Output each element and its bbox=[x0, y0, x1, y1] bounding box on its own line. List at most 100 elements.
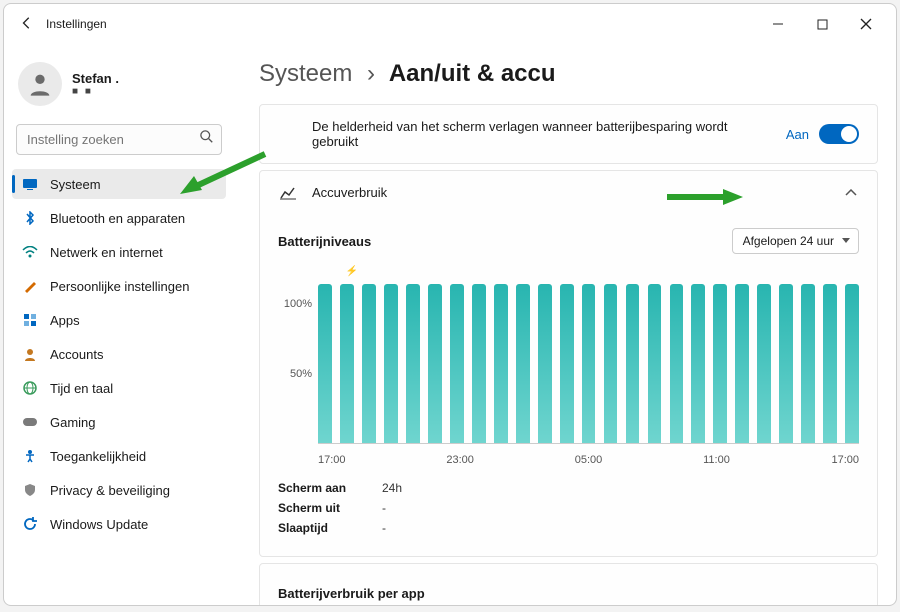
settings-search bbox=[16, 124, 222, 155]
globe-icon bbox=[22, 380, 38, 396]
per-app-usage-card: Batterijverbruik per app Sorteren op: Al… bbox=[259, 563, 878, 605]
main-panel: Systeem › Aan/uit & accu De helderheid v… bbox=[234, 44, 896, 605]
battery-usage-title: Accuverbruik bbox=[312, 185, 829, 200]
chart-bar[interactable] bbox=[757, 284, 771, 443]
chart-bar[interactable] bbox=[406, 284, 420, 443]
chart-line-icon bbox=[278, 186, 298, 200]
sidebar-item-accessibility[interactable]: Toegankelijkheid bbox=[12, 441, 226, 471]
chart-bar[interactable] bbox=[450, 284, 464, 443]
screen-on-label: Scherm aan bbox=[278, 481, 358, 495]
person-icon bbox=[26, 70, 54, 98]
battery-usage-card: Accuverbruik Batterijniveaus Afgelopen 2… bbox=[259, 170, 878, 557]
sidebar-item-privacy[interactable]: Privacy & beveiliging bbox=[12, 475, 226, 505]
chevron-up-icon bbox=[843, 185, 859, 200]
accounts-icon bbox=[22, 346, 38, 362]
time-range-value: Afgelopen 24 uur bbox=[743, 234, 834, 248]
arrow-left-icon bbox=[20, 16, 34, 30]
sidebar-item-label: Persoonlijke instellingen bbox=[50, 279, 189, 294]
x-tick: 17:00 bbox=[832, 454, 860, 466]
close-icon bbox=[860, 18, 872, 30]
chart-bar[interactable] bbox=[626, 284, 640, 443]
display-icon bbox=[22, 176, 38, 192]
chart-bar[interactable] bbox=[823, 284, 837, 443]
gaming-icon bbox=[22, 414, 38, 430]
chart-bar[interactable] bbox=[472, 284, 486, 443]
x-tick: 11:00 bbox=[703, 454, 831, 466]
breadcrumb-system[interactable]: Systeem bbox=[259, 60, 352, 87]
usage-stats: Scherm aan24h Scherm uit- Slaaptijd- bbox=[278, 478, 859, 538]
shield-icon bbox=[22, 482, 38, 498]
brightness-saver-card: De helderheid van het scherm verlagen wa… bbox=[259, 104, 878, 164]
bluetooth-icon bbox=[22, 210, 38, 226]
y-axis: 100% 50% bbox=[278, 264, 318, 444]
battery-levels-title: Batterijniveaus bbox=[278, 234, 371, 249]
sidebar-item-bluetooth[interactable]: Bluetooth en apparaten bbox=[12, 203, 226, 233]
update-icon bbox=[22, 516, 38, 532]
wifi-icon bbox=[22, 244, 38, 260]
chart-bar[interactable] bbox=[516, 284, 530, 443]
sidebar-item-gaming[interactable]: Gaming bbox=[12, 407, 226, 437]
sidebar-item-label: Toegankelijkheid bbox=[50, 449, 146, 464]
paint-icon bbox=[22, 278, 38, 294]
user-name: Stefan . bbox=[72, 71, 119, 86]
sidebar-item-label: Netwerk en internet bbox=[50, 245, 163, 260]
sidebar-item-update[interactable]: Windows Update bbox=[12, 509, 226, 539]
brightness-saver-toggle[interactable] bbox=[819, 124, 859, 144]
sidebar-item-label: Gaming bbox=[50, 415, 96, 430]
page-title: Aan/uit & accu bbox=[389, 60, 556, 87]
chart-bar[interactable] bbox=[428, 284, 442, 443]
search-input[interactable] bbox=[16, 124, 222, 155]
titlebar: Instellingen bbox=[4, 4, 896, 44]
minimize-button[interactable] bbox=[756, 8, 800, 40]
brightness-saver-text: De helderheid van het scherm verlagen wa… bbox=[312, 119, 772, 149]
chart-bar[interactable] bbox=[362, 284, 376, 443]
chart-bar[interactable] bbox=[494, 284, 508, 443]
maximize-icon bbox=[817, 19, 828, 30]
sidebar-item-time[interactable]: Tijd en taal bbox=[12, 373, 226, 403]
user-block[interactable]: Stefan . ■ ■ bbox=[12, 54, 226, 120]
chart-bar[interactable] bbox=[604, 284, 618, 443]
time-range-dropdown[interactable]: Afgelopen 24 uur bbox=[732, 228, 859, 254]
chart-bar[interactable] bbox=[384, 284, 398, 443]
accessibility-icon bbox=[22, 448, 38, 464]
chart-bar[interactable] bbox=[779, 284, 793, 443]
sidebar-item-system[interactable]: Systeem bbox=[12, 169, 226, 199]
chart-bar[interactable] bbox=[318, 284, 332, 443]
maximize-button[interactable] bbox=[800, 8, 844, 40]
x-tick: 17:00 bbox=[318, 454, 446, 466]
minimize-icon bbox=[772, 18, 784, 30]
sidebar-item-network[interactable]: Netwerk en internet bbox=[12, 237, 226, 267]
chart-bar[interactable] bbox=[538, 284, 552, 443]
charging-icon: ⚡ bbox=[345, 266, 357, 277]
chart-bar[interactable] bbox=[582, 284, 596, 443]
close-button[interactable] bbox=[844, 8, 888, 40]
toggle-state-label: Aan bbox=[786, 127, 809, 142]
x-tick: 23:00 bbox=[446, 454, 574, 466]
sidebar-item-apps[interactable]: Apps bbox=[12, 305, 226, 335]
sidebar-item-personalization[interactable]: Persoonlijke instellingen bbox=[12, 271, 226, 301]
battery-usage-header[interactable]: Accuverbruik bbox=[260, 171, 877, 214]
search-icon bbox=[200, 130, 214, 147]
per-app-title: Batterijverbruik per app bbox=[278, 586, 425, 601]
chart-bar[interactable] bbox=[735, 284, 749, 443]
x-tick: 05:00 bbox=[575, 454, 703, 466]
avatar bbox=[18, 62, 62, 106]
sleep-value: - bbox=[382, 521, 386, 535]
chart-bar[interactable] bbox=[340, 284, 354, 443]
screen-off-label: Scherm uit bbox=[278, 501, 358, 515]
back-button[interactable] bbox=[12, 16, 42, 33]
sleep-label: Slaaptijd bbox=[278, 521, 358, 535]
chart-bar[interactable] bbox=[648, 284, 662, 443]
sidebar-item-accounts[interactable]: Accounts bbox=[12, 339, 226, 369]
breadcrumb: Systeem › Aan/uit & accu bbox=[259, 60, 878, 88]
chart-bar[interactable] bbox=[691, 284, 705, 443]
x-axis: 17:0023:0005:0011:0017:00 bbox=[318, 450, 859, 466]
sidebar-item-label: Windows Update bbox=[50, 517, 148, 532]
chart-bar[interactable] bbox=[670, 284, 684, 443]
chart-bar[interactable] bbox=[845, 284, 859, 443]
apps-icon bbox=[22, 312, 38, 328]
sidebar-item-label: Accounts bbox=[50, 347, 103, 362]
chart-bar[interactable] bbox=[560, 284, 574, 443]
chart-bar[interactable] bbox=[801, 284, 815, 443]
chart-bar[interactable] bbox=[713, 284, 727, 443]
